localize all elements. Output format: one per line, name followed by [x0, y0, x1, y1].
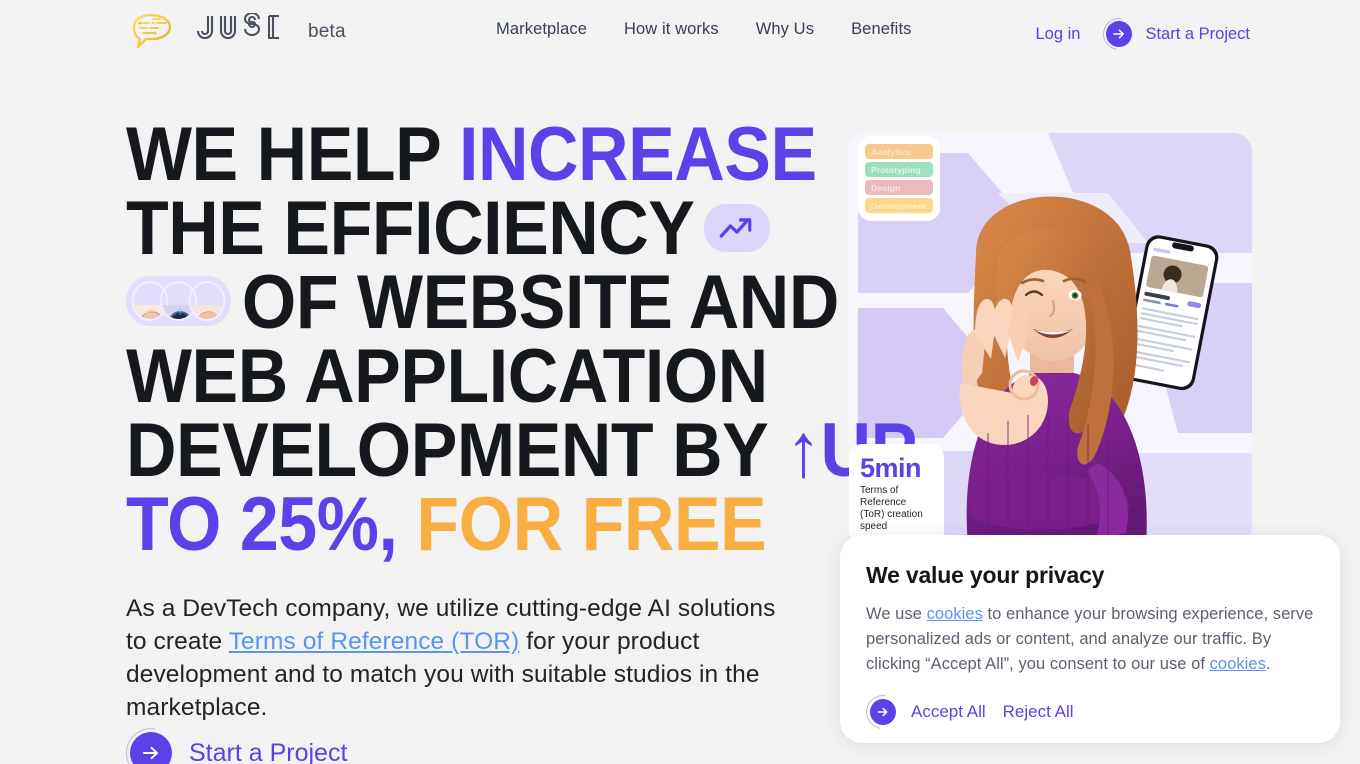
brain-speech-bubble-icon: [126, 10, 182, 50]
login-link[interactable]: Log in: [1035, 25, 1080, 44]
headline-line-4: WEB APPLICATION: [126, 334, 768, 419]
cookie-banner-actions: Accept All Reject All: [859, 688, 1314, 736]
cookie-consent-banner: We value your privacy We use cookies to …: [840, 535, 1340, 743]
page-root: beta Marketplace How it works Why Us Ben…: [0, 0, 1360, 764]
headline-line-2: THE EFFICIENCY: [126, 191, 770, 267]
cookie-body-part3: .: [1265, 655, 1271, 673]
cookies-link-first[interactable]: cookies: [927, 605, 983, 623]
hero-cta-label: Start a Project: [189, 738, 348, 764]
headline-line-1: WE HELP INCREASE: [126, 117, 817, 193]
cookies-link-second[interactable]: cookies: [1210, 655, 1266, 673]
site-header: beta Marketplace How it works Why Us Ben…: [0, 0, 1360, 62]
nav-item-benefits[interactable]: Benefits: [851, 20, 911, 39]
nav-item-how-it-works[interactable]: How it works: [624, 20, 719, 39]
cookie-banner-body: We use cookies to enhance your browsing …: [866, 602, 1314, 677]
trending-up-icon: [703, 203, 770, 252]
beta-badge: beta: [308, 21, 346, 42]
avatar-group: [126, 275, 231, 326]
brand-wordmark: [191, 11, 295, 48]
nav-item-marketplace[interactable]: Marketplace: [496, 20, 587, 39]
accept-all-label: Accept All: [911, 702, 986, 721]
hero-start-project-button[interactable]: Start a Project: [116, 718, 348, 764]
headline-line1-dark: WE HELP: [126, 112, 460, 197]
stat-description: Terms of Reference (ToR) creation speed: [860, 485, 923, 532]
nav-item-why-us[interactable]: Why Us: [756, 20, 814, 39]
tag-design: Design: [865, 180, 933, 195]
avatar-man: [188, 280, 226, 321]
terms-of-reference-link[interactable]: Terms of Reference (TOR): [229, 628, 520, 655]
headline-line1-purple: INCREASE: [459, 112, 817, 197]
arrow-right-icon: [859, 688, 907, 736]
headline-line2-dark: THE EFFICIENCY: [126, 186, 695, 271]
headline-line6-orange: FOR FREE: [416, 482, 767, 567]
main-navigation: Marketplace How it works Why Us Benefits: [496, 20, 911, 39]
cookie-banner-title: We value your privacy: [866, 562, 1105, 588]
headline-line-6: TO 25%, FOR FREE: [126, 487, 767, 563]
tag-analytics: Analytics: [865, 144, 933, 159]
hero-content: WE HELP INCREASE THE EFFICIENCY OF WEBSI…: [126, 117, 917, 563]
headline-line-3: OF WEBSITE AND: [126, 265, 839, 341]
headline-line5-dark: DEVELOPMENT BY: [126, 408, 787, 493]
headline-line-5: DEVELOPMENT BY ↑UP: [126, 413, 917, 489]
header-start-project-button[interactable]: Start a Project: [1097, 11, 1250, 57]
stat-value: 5min: [860, 453, 922, 483]
tag-prototyping: Prototyping: [865, 162, 933, 177]
header-cta-label: Start a Project: [1145, 24, 1250, 43]
brand-logo[interactable]: beta: [126, 10, 346, 50]
accept-all-button[interactable]: Accept All: [859, 688, 986, 736]
hero-tag-card: Analytics Prototyping Design Development: [858, 136, 940, 221]
hero-stat-card: 5min Terms of Reference (ToR) creation s…: [849, 444, 944, 544]
headline-line6-purple: TO 25%,: [126, 482, 398, 567]
cookie-body-part1: We use: [866, 605, 927, 623]
arrow-right-icon: [116, 718, 186, 764]
reject-all-button[interactable]: Reject All: [1003, 702, 1074, 722]
hero-paragraph: As a DevTech company, we utilize cutting…: [126, 592, 786, 724]
arrow-right-icon: [1097, 11, 1142, 57]
tag-development: Development: [865, 198, 933, 213]
header-actions: Log in Start a Project: [1035, 11, 1250, 57]
hero-headline: WE HELP INCREASE THE EFFICIENCY OF WEBSI…: [126, 117, 917, 563]
headline-line3-dark: OF WEBSITE AND: [241, 260, 839, 345]
